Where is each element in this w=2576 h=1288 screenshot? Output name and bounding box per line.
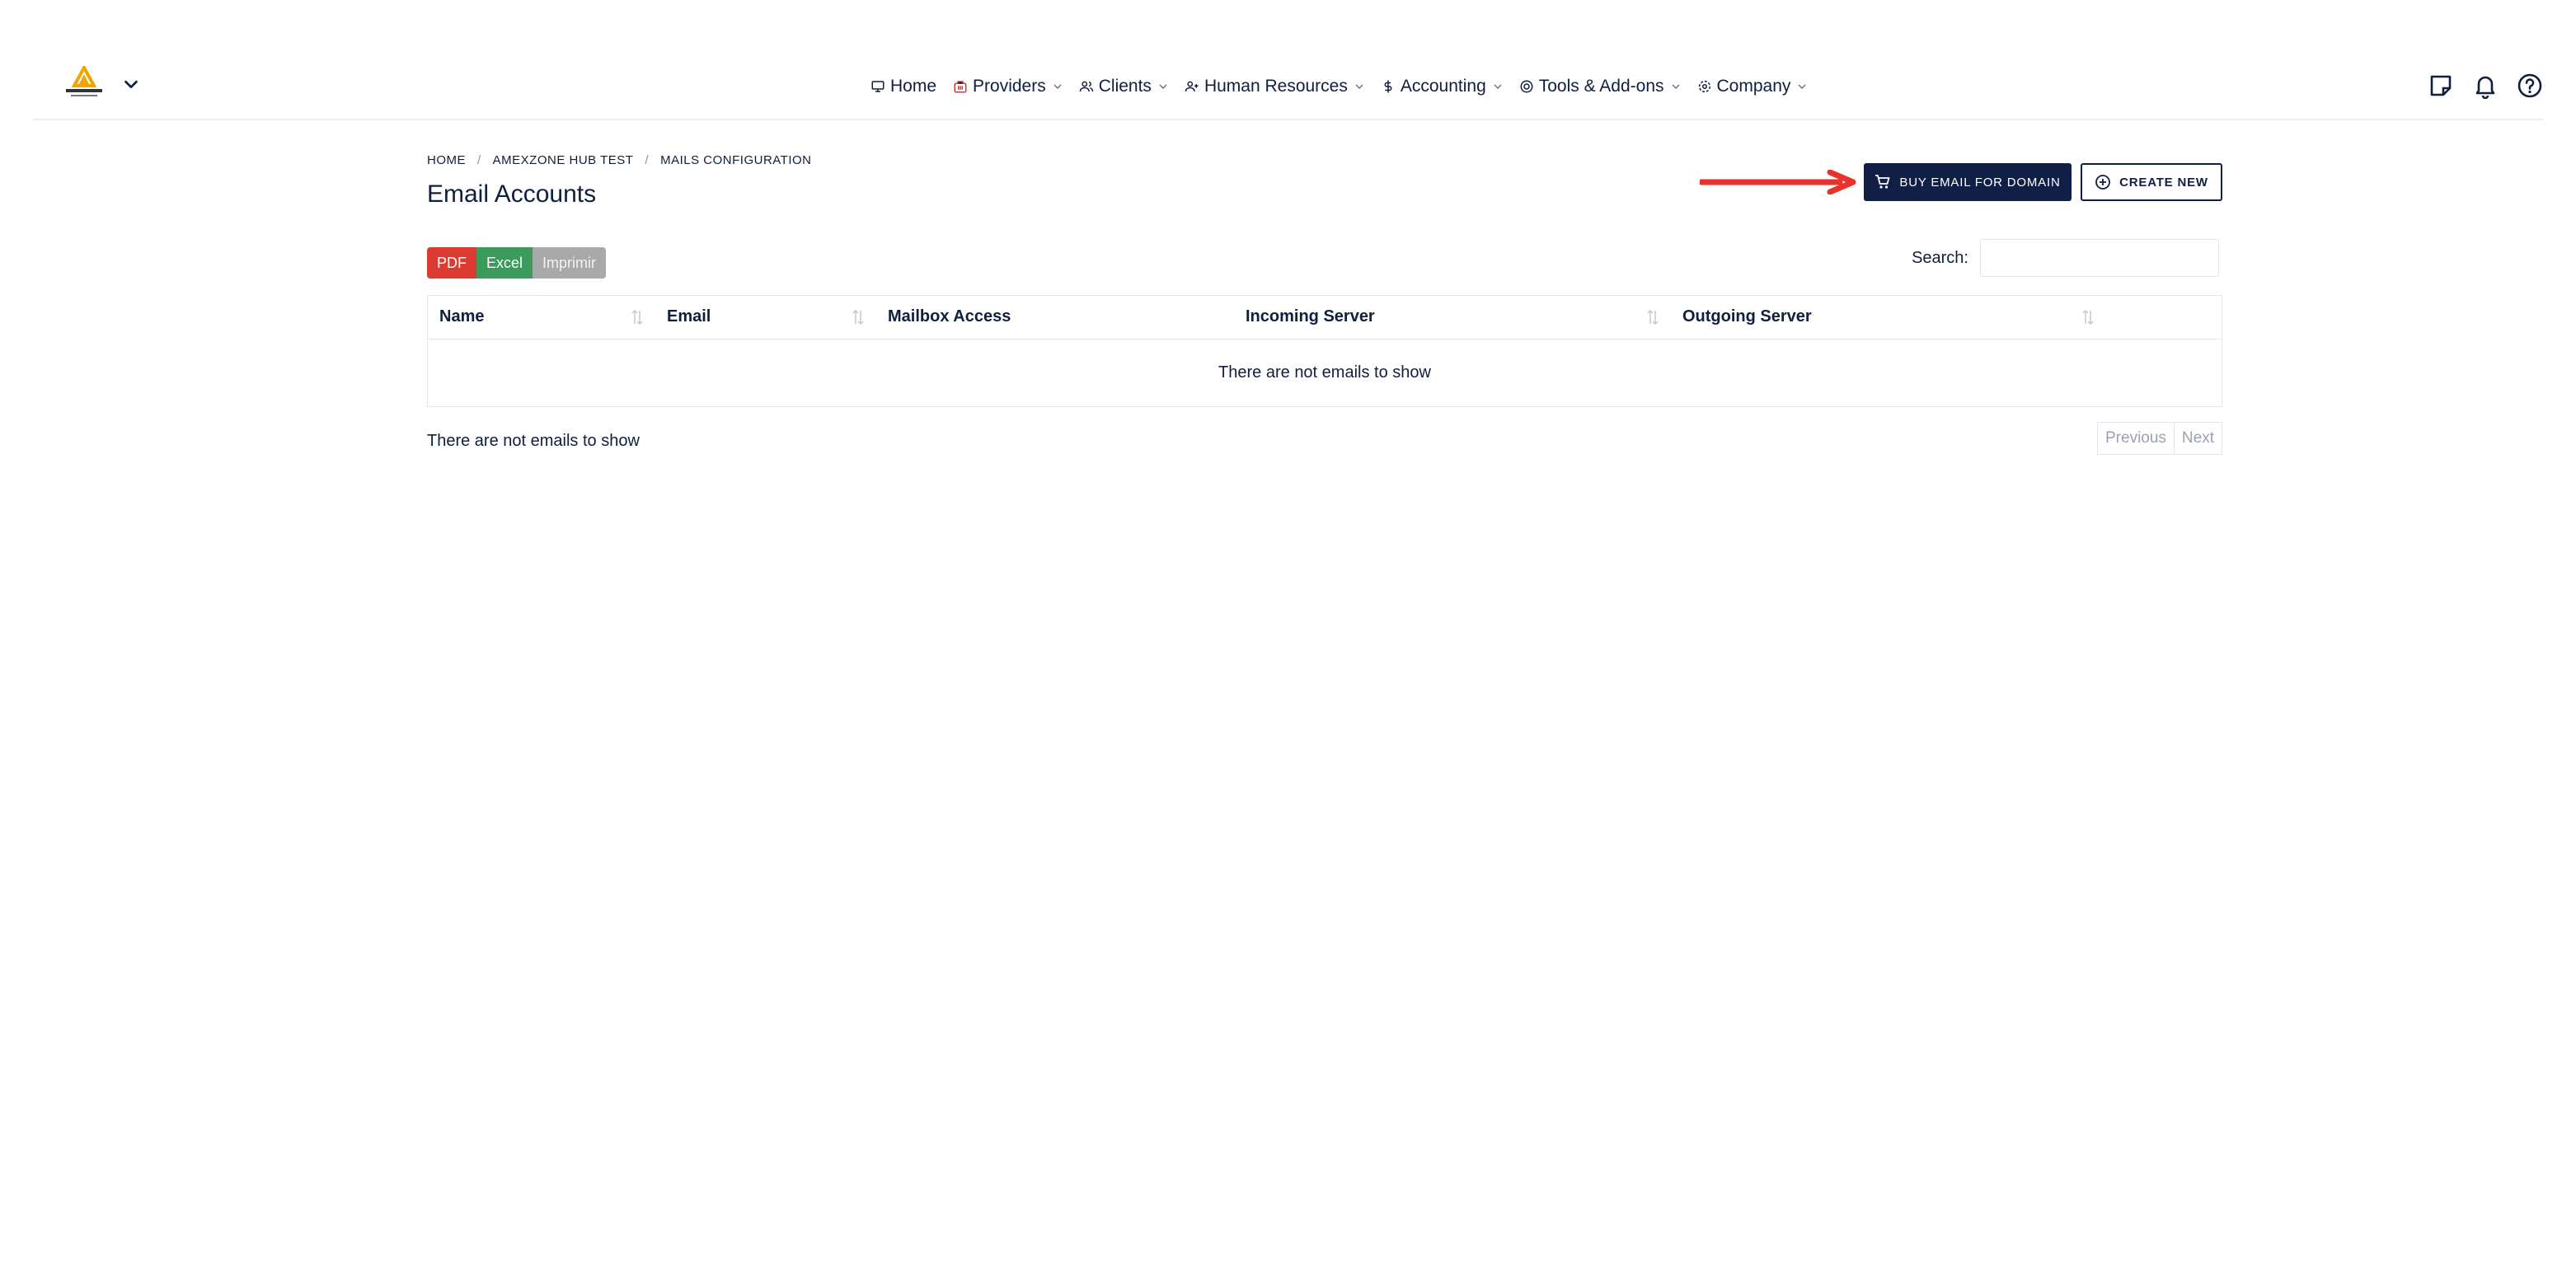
main-content: HOME / AMEXZONE HUB TEST / MAILS CONFIGU…	[427, 153, 2222, 455]
create-new-button[interactable]: CREATE NEW	[2081, 163, 2222, 201]
chevron-down-icon	[1053, 82, 1063, 91]
chevron-down-icon	[1797, 82, 1807, 91]
export-excel-button[interactable]: Excel	[476, 247, 533, 279]
plus-circle-icon	[2095, 174, 2111, 190]
chevron-down-icon	[1493, 82, 1503, 91]
search-input[interactable]	[1980, 239, 2219, 277]
users-icon	[1079, 79, 1094, 94]
column-label: Name	[439, 307, 485, 326]
main-nav: Home Providers Clients Human Resources A…	[870, 74, 1807, 99]
column-header-mailbox-access: Mailbox Access	[876, 296, 1234, 340]
table-row: There are not emails to show	[428, 339, 2222, 406]
nav-label: Providers	[973, 77, 1046, 96]
help-circle-icon[interactable]	[2517, 73, 2543, 99]
nav-item-company[interactable]: Company	[1697, 77, 1808, 96]
dollar-icon	[1381, 79, 1396, 94]
nav-item-accounting[interactable]: Accounting	[1381, 77, 1503, 96]
search-label: Search:	[1912, 248, 1968, 267]
sort-icon	[852, 307, 865, 327]
sticky-note-icon[interactable]	[2428, 73, 2454, 99]
nav-item-human-resources[interactable]: Human Resources	[1185, 77, 1364, 96]
empty-table-message: There are not emails to show	[1218, 363, 1431, 382]
bell-icon[interactable]	[2472, 73, 2499, 99]
nav-item-clients[interactable]: Clients	[1079, 77, 1168, 96]
building-icon	[953, 79, 968, 94]
column-label: Incoming Server	[1246, 307, 1375, 326]
print-button[interactable]: Imprimir	[533, 247, 607, 279]
nav-label: Tools & Add-ons	[1538, 77, 1664, 96]
nav-label: Home	[890, 77, 937, 96]
column-label: Outgoing Server	[1682, 307, 1812, 326]
nav-label: Accounting	[1400, 77, 1486, 96]
chevron-down-icon	[1158, 82, 1168, 91]
breadcrumb-company[interactable]: AMEXZONE HUB TEST	[493, 153, 634, 167]
breadcrumb-separator: /	[477, 153, 481, 167]
breadcrumb-home[interactable]: HOME	[427, 153, 466, 167]
sort-icon	[631, 307, 644, 327]
nav-item-tools-addons[interactable]: Tools & Add-ons	[1519, 77, 1681, 96]
nav-item-home[interactable]: Home	[870, 77, 936, 96]
buy-email-for-domain-button[interactable]: BUY EMAIL FOR DOMAIN	[1864, 163, 2072, 201]
top-navbar: Home Providers Clients Human Resources A…	[33, 49, 2543, 120]
email-accounts-table: Name Email Mailbox Access Incoming Serve…	[427, 295, 2222, 407]
company-logo[interactable]	[61, 66, 107, 102]
export-pdf-button[interactable]: PDF	[427, 247, 476, 279]
nav-item-providers[interactable]: Providers	[953, 77, 1063, 96]
sort-icon	[2081, 307, 2095, 327]
sort-icon	[1646, 307, 1659, 327]
previous-page-button[interactable]: Previous	[2097, 422, 2175, 455]
column-header-name[interactable]: Name	[428, 296, 655, 340]
gear-icon	[1697, 79, 1712, 94]
user-plus-icon	[1185, 79, 1199, 94]
breadcrumb-current: MAILS CONFIGURATION	[660, 153, 812, 167]
column-header-incoming-server[interactable]: Incoming Server	[1234, 296, 1671, 340]
column-header-outgoing-server[interactable]: Outgoing Server	[1671, 296, 2106, 340]
table-header-row: Name Email Mailbox Access Incoming Serve…	[428, 296, 2222, 340]
nav-label: Company	[1716, 77, 1791, 96]
nav-label: Clients	[1098, 77, 1152, 96]
nav-label: Human Resources	[1204, 77, 1348, 96]
chevron-down-icon	[1354, 82, 1364, 91]
header-actions	[2428, 73, 2543, 99]
pagination: Previous Next	[2097, 422, 2222, 455]
annotation-arrow-icon	[1700, 170, 1856, 194]
column-label: Mailbox Access	[888, 307, 1011, 326]
table-search: Search:	[1912, 239, 2219, 277]
column-label: Email	[667, 307, 711, 326]
create-button-label: CREATE NEW	[2119, 175, 2208, 190]
column-header-actions	[2106, 296, 2222, 340]
monitor-icon	[870, 79, 885, 94]
export-buttons: PDF Excel Imprimir	[427, 247, 607, 279]
breadcrumb-separator: /	[645, 153, 650, 167]
column-header-email[interactable]: Email	[655, 296, 876, 340]
buy-button-label: BUY EMAIL FOR DOMAIN	[1899, 175, 2061, 190]
table-info: There are not emails to show	[427, 432, 640, 450]
brand[interactable]	[61, 66, 140, 102]
at-sign-icon	[1519, 79, 1534, 94]
chevron-down-icon	[1671, 82, 1681, 91]
next-page-button[interactable]: Next	[2174, 422, 2222, 455]
chevron-down-icon[interactable]	[122, 75, 140, 93]
cart-icon	[1875, 174, 1891, 190]
